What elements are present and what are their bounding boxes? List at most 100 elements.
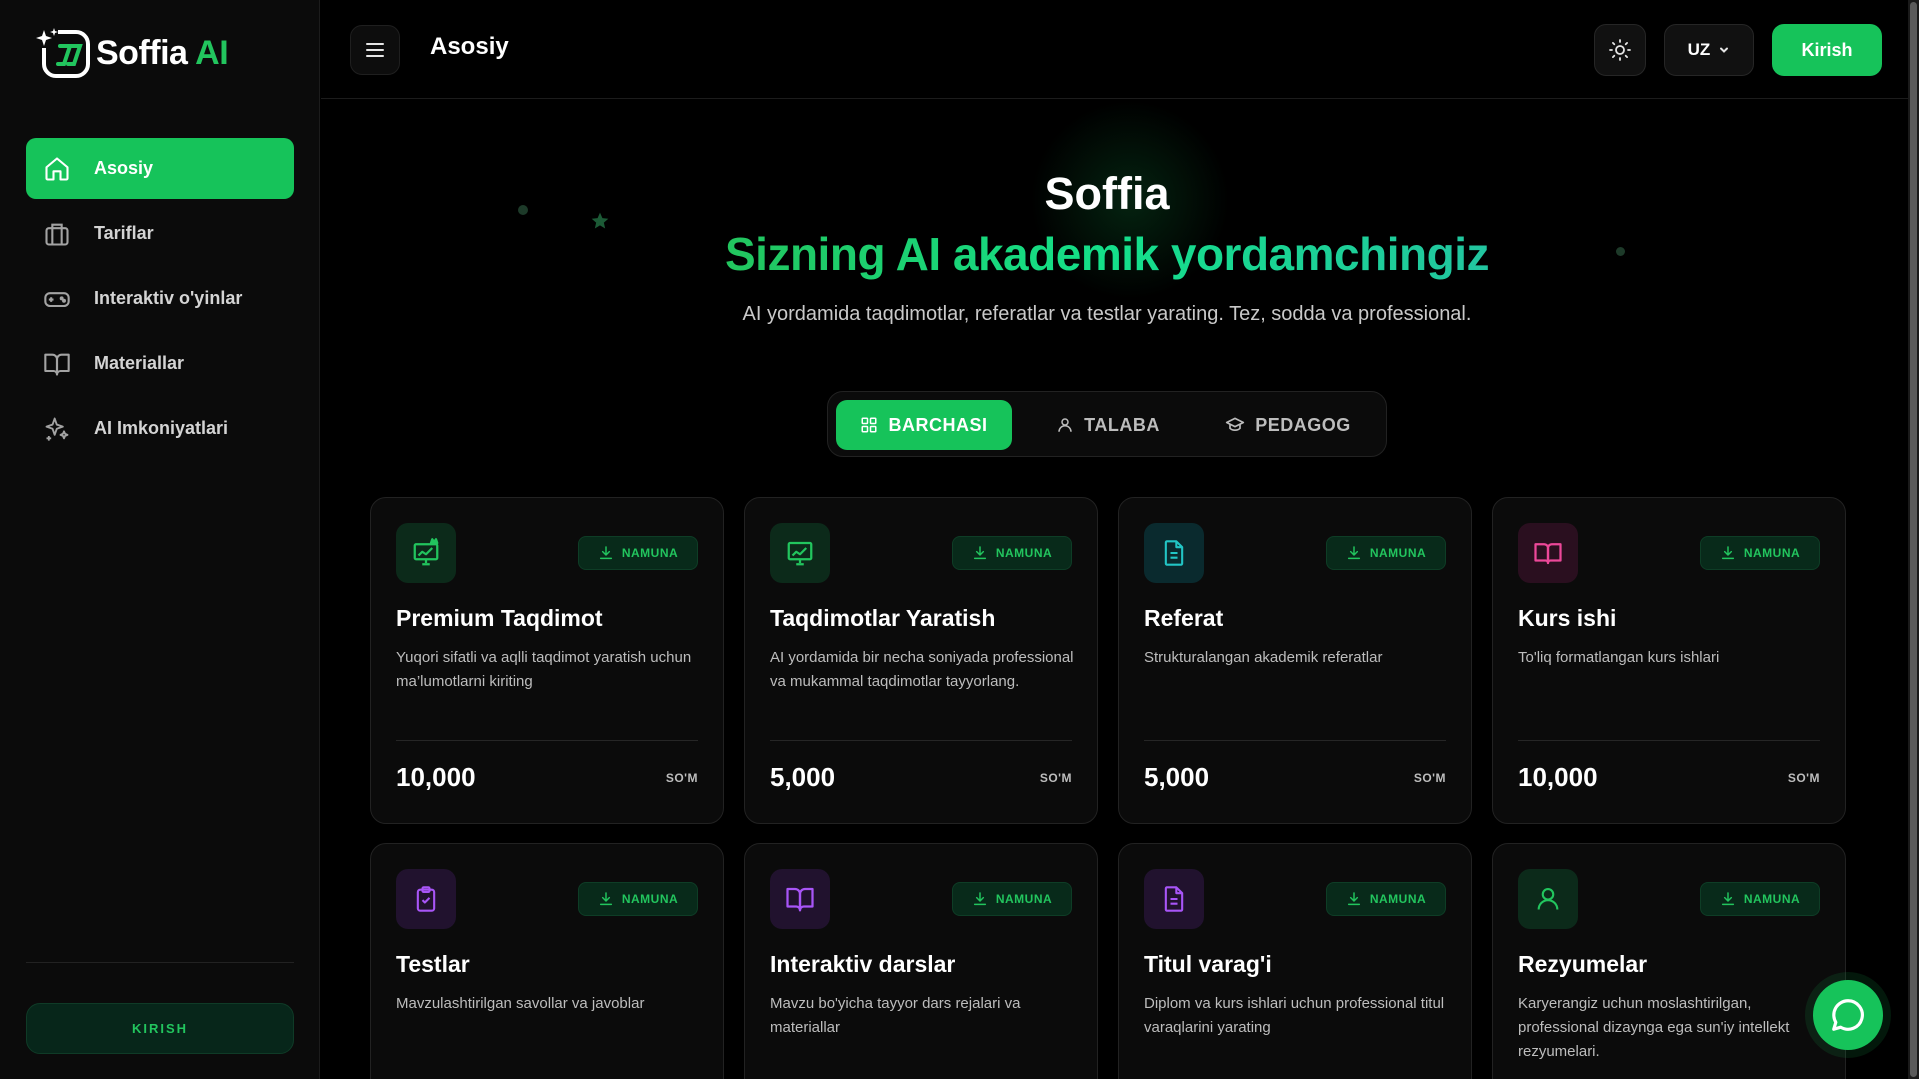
- card-description: Karyerangiz uchun moslashtirilgan, profe…: [1518, 995, 1790, 1060]
- sidebar-item-label: Tariflar: [94, 223, 154, 243]
- menu-toggle-button[interactable]: [350, 25, 400, 75]
- gamepad-icon: [42, 284, 72, 314]
- download-icon: [973, 546, 986, 560]
- hero-title: Soffia: [1044, 168, 1170, 219]
- chat-bubble-icon: [1832, 999, 1864, 1031]
- card-description: Yuqori sifatli va aqlli taqdimot yaratis…: [396, 649, 692, 690]
- namuna-button[interactable]: NAMUNA: [952, 536, 1072, 570]
- card-title: Rezyumelar: [1518, 951, 1648, 977]
- theme-toggle-button[interactable]: [1594, 24, 1646, 76]
- namuna-label: NAMUNA: [621, 546, 679, 560]
- card-currency: SO'M: [1413, 771, 1446, 785]
- download-icon: [1347, 892, 1360, 906]
- download-icon: [599, 892, 612, 906]
- tab-barchasi[interactable]: BARCHASI: [836, 400, 1012, 450]
- book-open-icon: [42, 349, 72, 379]
- card-title: Testlar: [396, 951, 470, 977]
- hero-subtitle: Sizning AI akademik yordamchingiz: [725, 228, 1489, 280]
- user-icon: [1518, 869, 1578, 929]
- sidebar-nav: Asosiy Tariflar Interaktiv o'yinlar Mate…: [26, 138, 294, 463]
- download-icon: [973, 892, 986, 906]
- card-divider: [396, 740, 698, 741]
- logo-text: Soffia AI: [96, 33, 229, 72]
- card-description: Mavzu bo'yicha tayyor dars rejalari va m…: [770, 995, 1021, 1036]
- namuna-label: NAMUNA: [1369, 892, 1427, 906]
- namuna-button[interactable]: NAMUNA: [1700, 882, 1820, 916]
- home-icon: [42, 154, 72, 184]
- service-card[interactable]: NAMUNA Rezyumelar Karyerangiz uchun mosl…: [1492, 843, 1846, 1079]
- card-price: 5,000: [1144, 762, 1210, 792]
- namuna-label: NAMUNA: [1369, 546, 1427, 560]
- service-card[interactable]: NAMUNA Premium Taqdimot Yuqori sifatli v…: [370, 497, 724, 824]
- chevron-down-icon: [1720, 47, 1729, 53]
- card-title: Kurs ishi: [1518, 605, 1617, 631]
- card-price: 10,000: [1518, 762, 1598, 792]
- download-icon: [1721, 892, 1734, 906]
- namuna-button[interactable]: NAMUNA: [1326, 536, 1446, 570]
- sun-icon: [1609, 39, 1631, 61]
- namuna-label: NAMUNA: [995, 546, 1053, 560]
- namuna-label: NAMUNA: [1743, 892, 1801, 906]
- tab-talaba[interactable]: TALABA: [1028, 400, 1188, 450]
- presentation-icon: [770, 523, 830, 583]
- card-currency: SO'M: [1039, 771, 1072, 785]
- sidebar-item-label: AI Imkoniyatlari: [94, 418, 229, 438]
- card-description: Mavzulashtirilgan savollar va javoblar: [396, 995, 645, 1012]
- sidebar-login-button[interactable]: KIRISH: [26, 1003, 294, 1054]
- sidebar-item-label: Materiallar: [94, 353, 185, 373]
- namuna-button[interactable]: NAMUNA: [1326, 882, 1446, 916]
- sidebar-item-asosiy[interactable]: Asosiy: [26, 138, 294, 199]
- card-description: Diplom va kurs ishlari uchun professiona…: [1144, 995, 1445, 1036]
- namuna-button[interactable]: NAMUNA: [578, 882, 698, 916]
- card-title: Titul varag'i: [1144, 951, 1272, 977]
- namuna-label: NAMUNA: [621, 892, 679, 906]
- namuna-button[interactable]: NAMUNA: [578, 536, 698, 570]
- scrollbar-thumb[interactable]: [1910, 2, 1917, 1077]
- hamburger-icon: [366, 43, 384, 57]
- service-card[interactable]: NAMUNA Kurs ishi To'liq formatlangan kur…: [1492, 497, 1846, 824]
- sidebar: Soffia AI Asosiy Tariflar Interaktiv o'y…: [0, 0, 320, 1079]
- language-select[interactable]: UZ: [1664, 24, 1754, 76]
- download-icon: [599, 546, 612, 560]
- language-value: UZ: [1687, 40, 1711, 59]
- tab-pedagog[interactable]: PEDAGOG: [1198, 400, 1378, 450]
- download-icon: [1347, 546, 1360, 560]
- grid-icon: [861, 417, 877, 433]
- sidebar-item-ai-imkoniyatlari[interactable]: AI Imkoniyatlari: [26, 398, 294, 459]
- document-icon: [1144, 523, 1204, 583]
- service-card[interactable]: NAMUNA Titul varag'i Diplom va kurs ishl…: [1118, 843, 1472, 1079]
- presentation-crown-icon: [396, 523, 456, 583]
- sidebar-item-label: Asosiy: [94, 158, 154, 178]
- card-description: AI yordamida bir necha soniyada professi…: [770, 649, 1074, 690]
- namuna-button[interactable]: NAMUNA: [1700, 536, 1820, 570]
- card-title: Interaktiv darslar: [770, 951, 956, 977]
- card-currency: SO'M: [1787, 771, 1820, 785]
- login-button[interactable]: Kirish: [1772, 24, 1882, 76]
- briefcase-icon: [42, 219, 72, 249]
- service-card[interactable]: NAMUNA Interaktiv darslar Mavzu bo'yicha…: [744, 843, 1098, 1079]
- service-card[interactable]: NAMUNA Testlar Mavzulashtirilgan savolla…: [370, 843, 724, 1079]
- card-price: 5,000: [770, 762, 836, 792]
- service-card[interactable]: NAMUNA Referat Strukturalangan akademik …: [1118, 497, 1472, 824]
- card-description: Strukturalangan akademik referatlar: [1144, 649, 1383, 666]
- sidebar-divider: [26, 962, 294, 963]
- scrollbar[interactable]: [1908, 0, 1919, 1079]
- sidebar-item-materiallar[interactable]: Materiallar: [26, 333, 294, 394]
- sidebar-item-tariflar[interactable]: Tariflar: [26, 203, 294, 264]
- card-divider: [1518, 740, 1820, 741]
- namuna-label: NAMUNA: [1743, 546, 1801, 560]
- card-currency: SO'M: [665, 771, 698, 785]
- service-card[interactable]: NAMUNA Taqdimotlar Yaratish AI yordamida…: [744, 497, 1098, 824]
- clipboard-check-icon: [396, 869, 456, 929]
- namuna-label: NAMUNA: [995, 892, 1053, 906]
- sidebar-item-label: Interaktiv o'yinlar: [94, 288, 243, 308]
- logo[interactable]: Soffia AI: [34, 26, 229, 80]
- chat-button[interactable]: [1813, 980, 1883, 1050]
- namuna-button[interactable]: NAMUNA: [952, 882, 1072, 916]
- card-title: Referat: [1144, 605, 1224, 631]
- sidebar-item-interaktiv-oyinlar[interactable]: Interaktiv o'yinlar: [26, 268, 294, 329]
- tab-label: PEDAGOG: [1255, 414, 1351, 435]
- card-divider: [1144, 740, 1446, 741]
- card-title: Taqdimotlar Yaratish: [770, 605, 996, 631]
- card-description: To'liq formatlangan kurs ishlari: [1518, 649, 1720, 666]
